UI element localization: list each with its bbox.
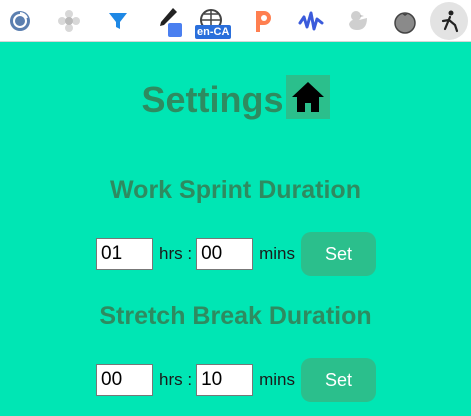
language-badge: en-CA	[195, 25, 232, 39]
home-button[interactable]	[285, 75, 330, 119]
tomato-icon[interactable]	[389, 5, 421, 37]
stretch-hours-input[interactable]	[96, 364, 153, 396]
stretch-person-icon[interactable]	[430, 2, 468, 40]
set-work-duration-button[interactable]: Set	[300, 232, 376, 276]
duck-icon[interactable]	[342, 5, 374, 37]
settings-header: Settings	[0, 75, 471, 124]
p-logo-icon[interactable]	[246, 5, 278, 37]
minutes-unit-label: mins	[259, 244, 295, 263]
hours-unit-label: hrs :	[159, 244, 193, 263]
work-sprint-heading: Work Sprint Duration	[110, 176, 361, 204]
work-sprint-duration-row: hrs : mins Set	[96, 232, 376, 276]
extension-toolbar: en-CA	[0, 0, 471, 42]
set-stretch-duration-button[interactable]: Set	[300, 358, 376, 402]
globe-language-icon[interactable]: en-CA	[195, 5, 232, 39]
stretch-minutes-input[interactable]	[196, 364, 254, 396]
minutes-unit-label: mins	[259, 370, 295, 389]
circle-refresh-icon[interactable]	[4, 5, 36, 37]
hours-unit-label: hrs :	[159, 370, 193, 389]
home-icon	[291, 82, 324, 112]
page-title: Settings	[141, 79, 284, 120]
stretch-break-heading: Stretch Break Duration	[99, 302, 372, 330]
funnel-icon[interactable]	[102, 5, 134, 37]
work-minutes-input[interactable]	[196, 238, 254, 270]
stretch-break-duration-row: hrs : mins Set	[96, 358, 376, 402]
eyedropper-icon[interactable]	[152, 5, 184, 37]
audio-wave-icon[interactable]	[295, 5, 327, 37]
work-hours-input[interactable]	[96, 238, 153, 270]
gear-flower-icon[interactable]	[53, 5, 85, 37]
